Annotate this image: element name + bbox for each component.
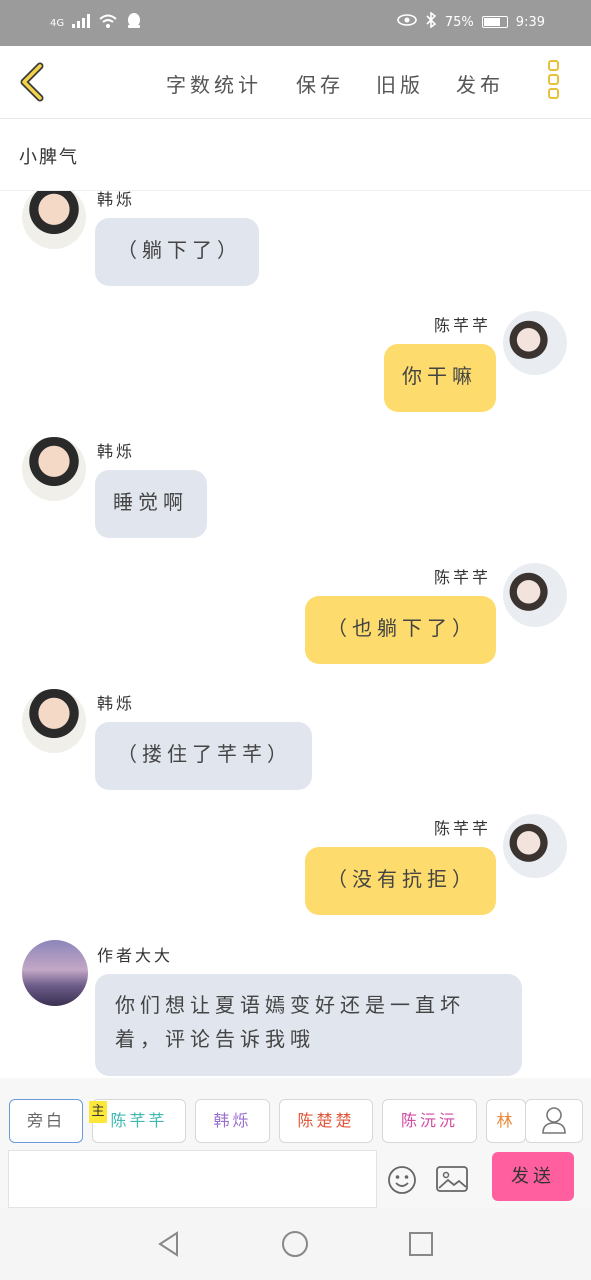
character-chip-chen-chuchu[interactable]: 陈楚楚 (279, 1099, 373, 1143)
character-label: 韩烁 (213, 1111, 252, 1130)
message-bubble[interactable]: 睡觉啊 (95, 470, 207, 538)
bluetooth-icon (425, 11, 437, 32)
message-input[interactable] (8, 1150, 377, 1208)
nav-recent-button[interactable] (407, 1230, 435, 1258)
back-icon (20, 62, 44, 102)
emoji-button[interactable] (386, 1164, 418, 1196)
send-button[interactable]: 发送 (492, 1152, 574, 1201)
sender-name: 韩烁 (97, 191, 136, 209)
message-line: 着，评论告诉我哦 (115, 1027, 315, 1051)
message-bubble[interactable]: （搂住了芊芊） (95, 722, 312, 790)
image-icon (436, 1166, 468, 1192)
message-bubble[interactable]: （躺下了） (95, 218, 259, 286)
avatar-chen-qianqian[interactable] (503, 311, 567, 375)
character-chip-chen-yuanyuan[interactable]: 陈沅沅 (382, 1099, 477, 1143)
message-line: 你们想让夏语嫣变好还是一直坏 (115, 993, 465, 1017)
sender-name: 陈芊芊 (434, 819, 492, 838)
sender-name: 作者大大 (97, 946, 174, 965)
main-character-badge: 主 (89, 1101, 107, 1123)
emoji-icon (388, 1166, 416, 1194)
message-bubble[interactable]: （也躺下了） (305, 596, 496, 664)
wifi-icon (98, 13, 118, 33)
nav-home-button[interactable] (281, 1230, 309, 1258)
nav-back-button[interactable] (155, 1230, 183, 1258)
qq-icon (126, 12, 142, 34)
eye-icon (397, 13, 417, 31)
manage-characters-button[interactable] (525, 1099, 583, 1143)
composer-panel: 旁白 陈芊芊 韩烁 陈楚楚 陈沅沅 林 发送 (0, 1078, 591, 1208)
story-title-row[interactable]: 小脾气 (0, 119, 591, 191)
character-chip-han-shuo[interactable]: 韩烁 (195, 1099, 270, 1143)
more-icon (548, 60, 568, 99)
avatar-author[interactable] (22, 940, 88, 1006)
sender-name: 韩烁 (97, 442, 136, 461)
character-label: 陈沅沅 (400, 1111, 458, 1130)
more-button[interactable] (548, 60, 568, 104)
top-toolbar: 字数统计 保存 旧版 发布 (0, 46, 591, 119)
message-bubble[interactable]: 你干嘛 (384, 344, 496, 412)
signal-icon (72, 14, 91, 32)
network-label: 4G (50, 17, 65, 29)
word-count-button[interactable]: 字数统计 (166, 69, 262, 98)
old-version-button[interactable]: 旧版 (376, 69, 424, 98)
image-button[interactable] (435, 1164, 469, 1194)
character-label: 陈楚楚 (297, 1111, 355, 1130)
avatar-han-shuo[interactable] (22, 437, 86, 501)
save-button[interactable]: 保存 (296, 69, 344, 98)
character-label: 旁白 (26, 1111, 65, 1130)
character-chip-lin[interactable]: 林 (486, 1099, 526, 1143)
back-button[interactable] (14, 60, 54, 104)
avatar-chen-qianqian[interactable] (503, 814, 567, 878)
sender-name: 陈芊芊 (434, 316, 492, 335)
character-label: 林 (496, 1111, 516, 1130)
nav-home-icon (282, 1231, 308, 1257)
status-bar: 4G 75% 9:39 (0, 0, 591, 46)
avatar-han-shuo[interactable] (22, 191, 86, 249)
publish-button[interactable]: 发布 (456, 69, 504, 98)
battery-icon (481, 16, 508, 28)
story-title: 小脾气 (19, 147, 79, 168)
nav-back-icon (158, 1231, 178, 1257)
character-label: 陈芊芊 (110, 1111, 168, 1130)
avatar-han-shuo[interactable] (22, 689, 86, 753)
message-bubble[interactable]: （没有抗拒） (305, 847, 496, 915)
battery-percent: 75% (444, 14, 474, 30)
person-icon (542, 1107, 566, 1134)
sender-name: 韩烁 (97, 694, 136, 713)
nav-recent-icon (409, 1232, 433, 1256)
sender-name: 陈芊芊 (434, 568, 492, 587)
avatar-chen-qianqian[interactable] (503, 563, 567, 627)
message-bubble[interactable]: 你们想让夏语嫣变好还是一直坏 着，评论告诉我哦 (95, 974, 522, 1076)
system-nav-bar (0, 1208, 591, 1280)
chat-area[interactable]: 韩烁 （躺下了） 陈芊芊 你干嘛 韩烁 睡觉啊 陈芊芊 （也躺下了） 韩烁 （搂… (0, 191, 591, 1077)
character-chip-narrator[interactable]: 旁白 (9, 1099, 83, 1143)
clock: 9:39 (515, 14, 545, 30)
